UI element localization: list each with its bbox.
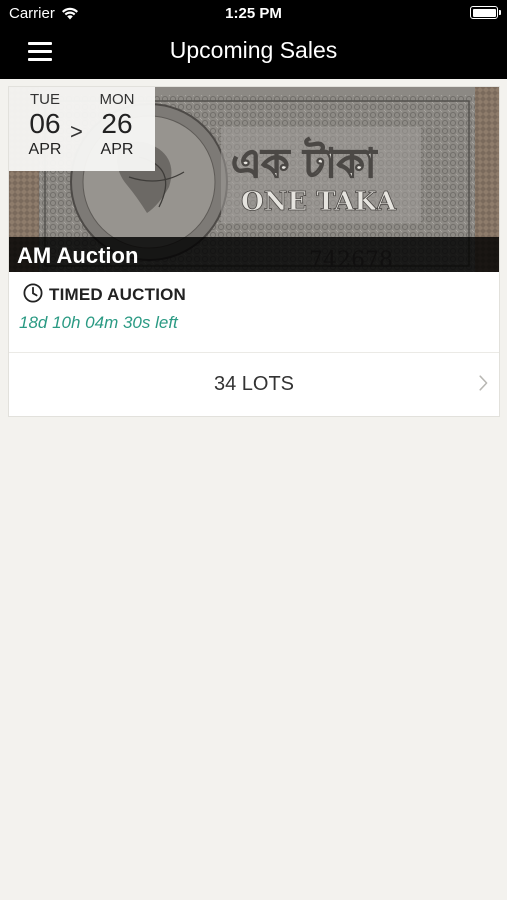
end-date-number: 26: [101, 108, 133, 139]
view-lots-button[interactable]: 34 LOTS: [9, 353, 499, 417]
auction-type-label: TIMED AUCTION: [49, 285, 187, 304]
start-month: APR: [28, 141, 62, 158]
sale-card[interactable]: এক টাকা ONE TAKA 742678 TUE 06 APR > MON…: [8, 86, 500, 417]
sale-title-bar: AM Auction: [9, 237, 499, 272]
navigation-bar: Carrier 1:25 PM Upcoming Sales: [0, 0, 507, 79]
start-date-number: 06: [29, 108, 61, 139]
end-month: APR: [100, 141, 134, 158]
lots-count-label: 34 LOTS: [213, 373, 295, 395]
status-bar: Carrier 1:25 PM: [0, 0, 507, 28]
clock-icon: [23, 283, 43, 303]
start-day: TUE: [30, 91, 60, 108]
date-range-separator: >: [70, 119, 83, 144]
end-date: MON 26 APR: [89, 91, 145, 159]
start-date: TUE 06 APR: [17, 91, 73, 159]
sale-title: AM Auction: [17, 243, 139, 268]
sale-banner-image[interactable]: এক টাকা ONE TAKA 742678 TUE 06 APR > MON…: [9, 87, 499, 272]
sale-info: TIMED AUCTION 18d 10h 04m 30s left: [9, 272, 499, 352]
banknote-denomination-text: ONE TAKA: [241, 187, 397, 217]
banknote-bengali-text: এক টাকা: [231, 137, 378, 187]
battery-icon: [470, 6, 501, 19]
status-time: 1:25 PM: [225, 5, 282, 22]
end-day: MON: [99, 91, 135, 108]
page-title: Upcoming Sales: [169, 37, 338, 63]
sale-date-range: TUE 06 APR > MON 26 APR: [9, 87, 155, 171]
countdown-timer: 18d 10h 04m 30s left: [19, 313, 178, 332]
chevron-right-icon: [479, 375, 488, 391]
